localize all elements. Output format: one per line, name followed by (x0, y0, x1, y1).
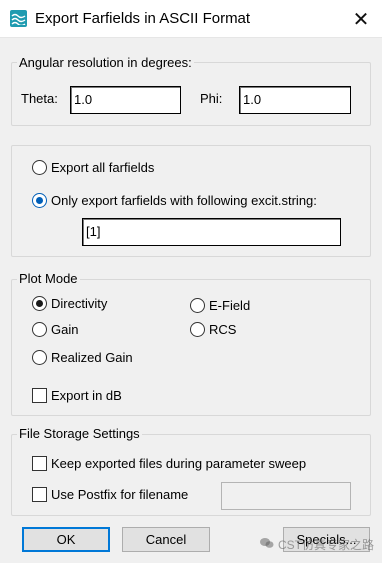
radio-indicator (190, 322, 205, 337)
export-all-label: Export all farfields (51, 160, 155, 175)
gain-radio[interactable]: Gain (32, 322, 78, 337)
efield-radio[interactable]: E-Field (190, 298, 250, 313)
phi-input[interactable]: 1.0 (239, 86, 351, 114)
realized-gain-label: Realized Gain (51, 350, 133, 365)
watermark-text: CST仿真专家之路 (277, 538, 374, 552)
rcs-label: RCS (209, 322, 237, 337)
export-all-radio[interactable]: Export all farfields (32, 160, 154, 175)
gain-label: Gain (51, 322, 79, 337)
watermark: CST仿真专家之路 (259, 536, 374, 553)
close-icon[interactable]: ✕ (340, 0, 382, 38)
cst-farfield-icon (10, 10, 27, 27)
checkbox-indicator (32, 456, 47, 471)
export-only-label: Only export farfields with following exc… (51, 193, 317, 208)
theta-input[interactable]: 1.0 (70, 86, 181, 114)
cancel-button[interactable]: Cancel (122, 527, 210, 552)
radio-indicator (32, 322, 47, 337)
checkbox-indicator (32, 487, 47, 502)
radio-indicator (32, 193, 47, 208)
keep-files-label: Keep exported files during parameter swe… (51, 456, 307, 471)
excitation-string-input[interactable]: [1] (82, 218, 341, 246)
ok-button[interactable]: OK (22, 527, 110, 552)
rcs-radio[interactable]: RCS (190, 322, 236, 337)
radio-indicator (32, 160, 47, 175)
realized-gain-radio[interactable]: Realized Gain (32, 350, 133, 365)
export-db-label: Export in dB (51, 388, 122, 403)
postfix-label: Use Postfix for filename (51, 487, 189, 502)
postfix-checkbox[interactable]: Use Postfix for filename (32, 487, 188, 502)
window-title: Export Farfields in ASCII Format (35, 10, 251, 27)
keep-files-checkbox[interactable]: Keep exported files during parameter swe… (32, 456, 306, 471)
angular-resolution-legend: Angular resolution in degrees: (17, 55, 194, 70)
directivity-label: Directivity (51, 296, 108, 311)
directivity-radio[interactable]: Directivity (32, 296, 107, 311)
postfix-input[interactable] (221, 482, 351, 510)
radio-indicator (32, 296, 47, 311)
export-only-radio[interactable]: Only export farfields with following exc… (32, 193, 317, 208)
radio-indicator (190, 298, 205, 313)
wechat-icon (259, 537, 274, 552)
efield-label: E-Field (209, 298, 251, 313)
radio-indicator (32, 350, 47, 365)
theta-label: Theta: (21, 91, 58, 106)
plot-mode-legend: Plot Mode (17, 271, 80, 286)
export-db-checkbox[interactable]: Export in dB (32, 388, 122, 403)
file-storage-legend: File Storage Settings (17, 426, 142, 441)
checkbox-indicator (32, 388, 47, 403)
phi-label: Phi: (200, 91, 223, 106)
title-bar: Export Farfields in ASCII Format ✕ (0, 0, 382, 38)
